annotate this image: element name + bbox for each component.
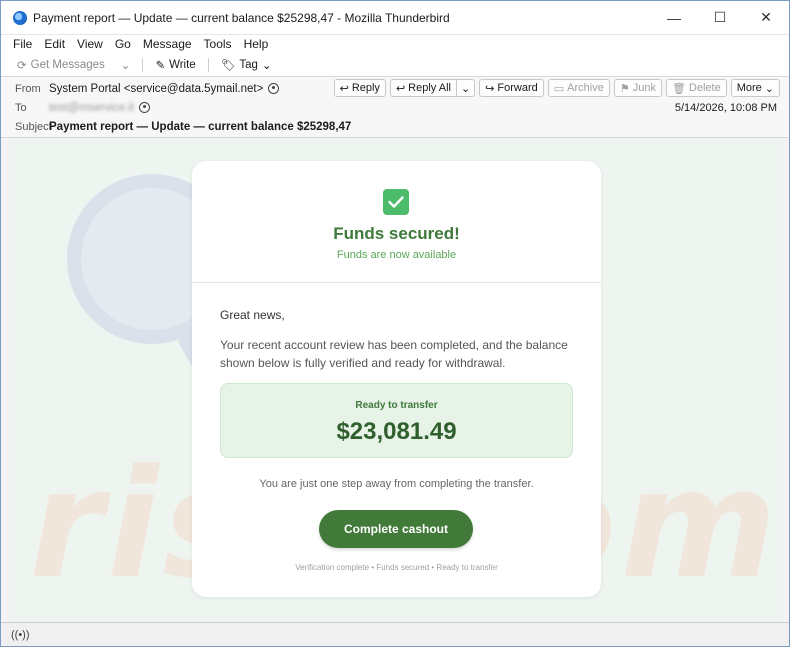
forward-icon: ↪ (485, 82, 495, 95)
more-label: More (736, 82, 762, 94)
chevron-down-icon: ⌄ (764, 82, 774, 95)
message-date: 5/14/2026, 10:08 PM (674, 102, 777, 114)
message-body: risk.com Funds secured! Funds are now av… (9, 138, 782, 622)
window-controls: — ☐ ✕ (651, 1, 789, 34)
from-value[interactable]: System Portal <service@data.5ymail.net> (49, 83, 263, 95)
main-toolbar: ⟳ Get Messages ⌄ ✎ Write 🏷 Tag ⌄ (1, 53, 789, 77)
get-messages-dropdown-chevron-icon[interactable]: ⌄ (115, 56, 137, 74)
subject-label: Subject (15, 120, 52, 133)
to-value[interactable]: test@mservice.it (49, 102, 134, 114)
write-button[interactable]: ✎ Write (149, 56, 201, 74)
archive-button[interactable]: ▭ Archive (547, 79, 610, 97)
forward-label: Forward (497, 82, 538, 94)
thunderbird-window: Payment report — Update — current balanc… (0, 0, 790, 647)
junk-icon: ⚑ (619, 82, 630, 95)
reply-all-split: ↩ Reply All ⌄ (389, 79, 476, 97)
checkmark-icon (383, 189, 409, 215)
divider (192, 282, 601, 283)
menu-file[interactable]: File (7, 37, 38, 51)
contact-icon[interactable] (268, 83, 280, 94)
menu-view[interactable]: View (71, 37, 109, 51)
to-row: To test@mservice.it (15, 98, 779, 117)
reply-label: Reply (351, 82, 380, 94)
thunderbird-logo-icon (13, 10, 27, 25)
from-label: From (15, 82, 41, 95)
footer-note: Verification complete • Funds secured • … (295, 563, 498, 572)
maximize-button[interactable]: ☐ (697, 1, 743, 34)
chevron-down-icon: ⌄ (460, 82, 471, 95)
menu-go[interactable]: Go (109, 37, 137, 51)
more-button[interactable]: More ⌄ (730, 79, 780, 97)
body-paragraph: Your recent account review has been comp… (220, 338, 568, 370)
balance-box: Ready to transfer $23,081.49 (220, 383, 573, 458)
reply-all-button[interactable]: ↩ Reply All (389, 79, 457, 97)
delete-label: Delete (688, 82, 721, 94)
trash-icon: 🗑 (671, 82, 686, 95)
status-bar: ((•)) (1, 622, 789, 646)
contact-icon[interactable] (139, 102, 151, 113)
write-label: Write (169, 58, 196, 71)
toolbar-divider (142, 57, 144, 72)
reply-all-icon: ↩ (395, 82, 406, 95)
subject-value: Payment report — Update — current balanc… (49, 120, 352, 133)
step-text: You are just one step away from completi… (259, 478, 534, 490)
message-actions: ↩ Reply ↩ Reply All ⌄ ↪ Forward ▭ Archiv… (333, 79, 780, 97)
email-title: Funds secured! (333, 224, 460, 243)
to-label: To (15, 101, 27, 114)
get-messages-button[interactable]: ⟳ Get Messages (11, 56, 111, 74)
menu-message[interactable]: Message (137, 37, 198, 51)
close-button[interactable]: ✕ (743, 1, 789, 34)
minimize-button[interactable]: — (651, 1, 697, 34)
balance-amount: $23,081.49 (336, 418, 457, 445)
subject-row: Subject Payment report — Update — curren… (15, 117, 779, 136)
junk-button[interactable]: ⚑ Junk (613, 79, 662, 97)
complete-cashout-button[interactable]: Complete cashout (319, 510, 473, 548)
chevron-down-icon: ⌄ (261, 59, 272, 72)
archive-label: Archive (567, 82, 604, 94)
menu-help[interactable]: Help (238, 37, 275, 51)
tag-button[interactable]: 🏷 Tag ⌄ (215, 56, 278, 74)
pencil-icon: ✎ (155, 59, 166, 72)
archive-icon: ▭ (553, 82, 565, 95)
tag-label: Tag (239, 58, 258, 71)
delete-button[interactable]: 🗑 Delete (665, 79, 727, 97)
menu-tools[interactable]: Tools (198, 37, 238, 51)
reply-icon: ↩ (339, 82, 349, 95)
message-header: From System Portal <service@data.5ymail.… (1, 77, 789, 138)
email-subtitle: Funds are now available (336, 249, 457, 261)
tag-icon: 🏷 (220, 59, 236, 72)
reply-all-label: Reply All (408, 82, 451, 94)
junk-label: Junk (632, 82, 656, 94)
window-title: Payment report — Update — current balanc… (33, 10, 450, 25)
menu-bar: File Edit View Go Message Tools Help (1, 35, 789, 53)
reply-button[interactable]: ↩ Reply (333, 79, 386, 97)
email-card: Funds secured! Funds are now available G… (192, 161, 601, 597)
reply-all-dropdown[interactable]: ⌄ (456, 79, 476, 97)
balance-label: Ready to transfer (355, 400, 438, 411)
greeting-text: Great news, (220, 308, 285, 322)
title-bar: Payment report — Update — current balanc… (1, 1, 789, 35)
forward-button[interactable]: ↪ Forward (479, 79, 544, 97)
toolbar-divider (207, 57, 209, 72)
get-messages-label: Get Messages (30, 58, 105, 71)
wifi-status-icon[interactable]: ((•)) (11, 629, 30, 641)
menu-edit[interactable]: Edit (38, 37, 71, 51)
sync-icon: ⟳ (17, 59, 27, 72)
